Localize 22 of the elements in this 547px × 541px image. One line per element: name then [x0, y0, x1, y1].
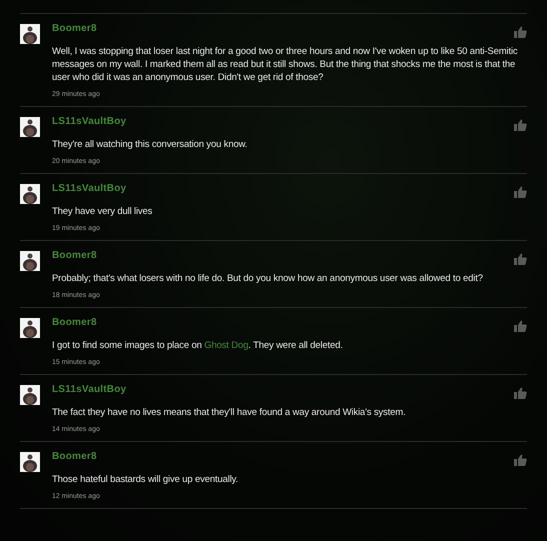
thumbs-up-icon[interactable]: [514, 387, 527, 399]
username[interactable]: LS11sVaultBoy: [52, 182, 126, 196]
comment-text: Well, I was stopping that loser last night for a good two or three hours and now I've woken up to like 50 anti-Semitic messages on my wall. I marked them all as read but it still shows. But the thing that shocks me the most is that the user who did it was an anonymous user. Didn't we get rid of those?: [52, 45, 519, 84]
username[interactable]: Boomer8: [52, 22, 97, 36]
thumbs-up-icon[interactable]: [514, 320, 527, 332]
username[interactable]: Boomer8: [52, 316, 97, 330]
thumbs-up-icon[interactable]: [514, 26, 527, 38]
thumbs-up-icon[interactable]: [514, 253, 527, 265]
username[interactable]: Boomer8: [52, 249, 97, 263]
comment-text: Probably; that's what losers with no life do. But do you know how an anonymous user was allowed to edit?: [52, 272, 484, 285]
username[interactable]: Boomer8: [52, 450, 97, 464]
comment-text: The fact they have no lives means that they'll have found a way around Wikia's system.: [52, 406, 406, 419]
username[interactable]: LS11sVaultBoy: [52, 115, 126, 129]
thumbs-up-icon[interactable]: [514, 119, 527, 131]
comment-text: I got to find some images to place on Ghost Dog. They were all deleted.: [52, 339, 344, 352]
page-link[interactable]: Ghost Dog: [204, 340, 248, 351]
thumbs-up-icon[interactable]: [514, 454, 527, 466]
comment-text: They have very dull lives: [52, 205, 154, 218]
comment-text: They're all watching this conversation you know.: [52, 138, 248, 151]
thumbs-up-icon[interactable]: [514, 186, 527, 198]
username[interactable]: LS11sVaultBoy: [52, 383, 126, 397]
comment-text: Those hateful bastards will give up eventually.: [52, 473, 240, 486]
